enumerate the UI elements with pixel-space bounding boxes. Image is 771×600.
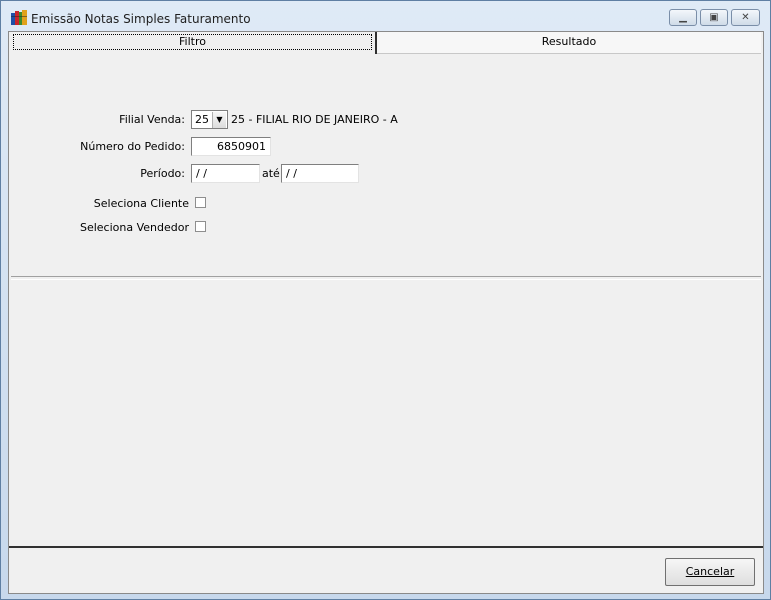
close-icon: ✕ [741, 12, 750, 23]
cancel-button[interactable]: Cancelar [665, 558, 755, 586]
app-window: Emissão Notas Simples Faturamento ▁ ▣ ✕ … [0, 0, 771, 600]
vendedor-checkbox[interactable] [195, 221, 206, 232]
filial-description: 25 - FILIAL RIO DE JANEIRO - A [231, 113, 398, 126]
periodo-to-input[interactable]: / / [281, 164, 359, 183]
minimize-button[interactable]: ▁ [669, 9, 697, 26]
title-bar[interactable]: Emissão Notas Simples Faturamento ▁ ▣ ✕ [1, 1, 770, 28]
periodo-label: Período: [140, 167, 185, 180]
filial-label: Filial Venda: [119, 113, 185, 126]
minimize-icon: ▁ [679, 12, 687, 23]
main-panel: Filtro Resultado Filial Venda: 25 ▼ 25 -… [8, 31, 764, 594]
cancel-button-label: Cancelar [685, 565, 735, 578]
periodo-ate-label: até [262, 167, 280, 180]
pedido-label: Número do Pedido: [80, 140, 185, 153]
filial-select[interactable]: 25 ▼ [191, 110, 228, 129]
cliente-label: Seleciona Cliente [93, 197, 189, 210]
panel-bottom-border [9, 546, 763, 548]
filial-select-value: 25 [195, 113, 209, 126]
vendedor-label: Seleciona Vendedor [79, 221, 189, 234]
chevron-down-icon[interactable]: ▼ [212, 112, 226, 128]
books-icon [11, 10, 27, 25]
restore-icon: ▣ [709, 12, 719, 23]
window-title: Emissão Notas Simples Faturamento [31, 12, 251, 26]
cliente-checkbox[interactable] [195, 197, 206, 208]
periodo-from-input[interactable]: / / [191, 164, 260, 183]
tab-resultado[interactable]: Resultado [377, 32, 761, 54]
pedido-input[interactable]: 6850901 [191, 137, 271, 156]
restore-button[interactable]: ▣ [700, 9, 728, 26]
tab-resultado-label: Resultado [541, 35, 597, 48]
tab-filtro-label: Filtro [13, 34, 372, 50]
divider [11, 276, 761, 280]
tab-filtro[interactable]: Filtro [11, 32, 377, 54]
close-button[interactable]: ✕ [731, 9, 760, 26]
